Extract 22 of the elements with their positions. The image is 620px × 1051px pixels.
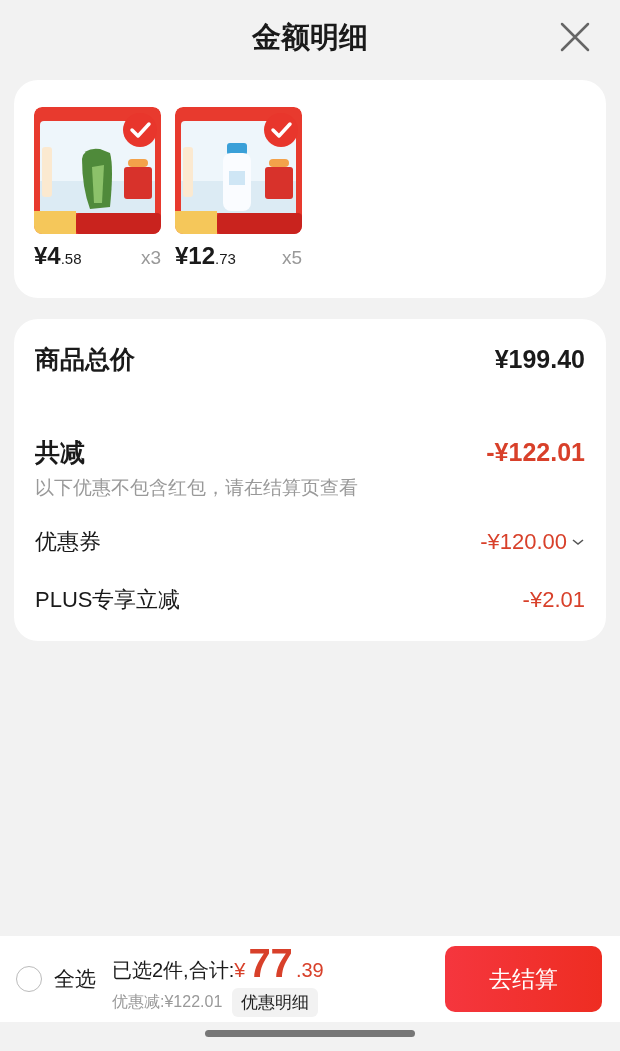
checkout-button[interactable]: 去结算 [445, 946, 602, 1012]
amount-label: 优惠券 [35, 528, 101, 556]
amount-value: ¥199.40 [494, 345, 585, 374]
discount-detail-button[interactable]: 优惠明细 [232, 988, 319, 1017]
product-price: ¥12.73 [175, 242, 236, 270]
amount-value: -¥2.01 [522, 587, 585, 613]
quantity-label: x3 [140, 247, 161, 269]
amount-label: 共减 [35, 437, 85, 468]
sheet-title: 金额明细 [252, 20, 368, 55]
product-price: ¥4.58 [34, 242, 82, 270]
close-icon [558, 20, 592, 54]
discount-summary: 优惠减:¥122.01 [112, 992, 223, 1012]
amount-label: 商品总价 [35, 344, 135, 375]
coupon-amount-dropdown[interactable]: -¥120.00 [480, 529, 585, 555]
selected-count-label: 已选2件,合计: [112, 958, 235, 983]
amount-label: PLUS专享立减 [35, 586, 181, 614]
total-price: ¥77.39 [234, 941, 324, 986]
discount-note: 以下优惠不包含红包，请在结算页查看 [35, 476, 359, 500]
select-all-checkbox[interactable]: 全选 [16, 965, 96, 993]
close-button[interactable] [558, 20, 592, 54]
amount-value: -¥122.01 [486, 438, 585, 467]
quantity-label: x5 [281, 247, 302, 269]
